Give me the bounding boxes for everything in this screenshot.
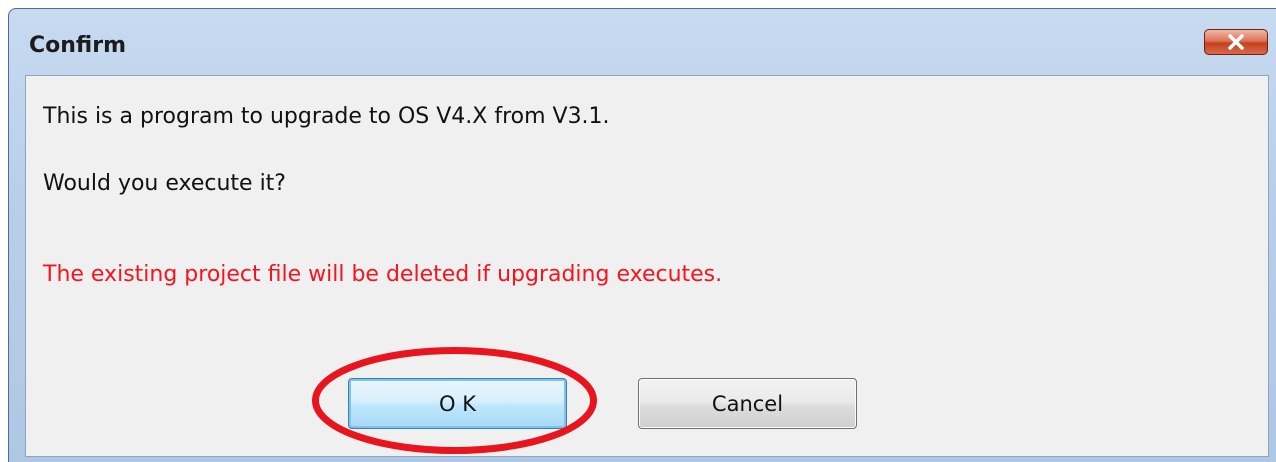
warning-message: The existing project file will be delete…: [43, 262, 723, 287]
message-line-2: Would you execute it?: [43, 171, 286, 196]
message-line-1: This is a program to upgrade to OS V4.X …: [43, 104, 610, 129]
confirm-dialog: Confirm This is a program to upgrade to …: [8, 8, 1276, 462]
ok-button-label: O K: [439, 391, 476, 416]
ok-button[interactable]: O K: [348, 378, 567, 429]
dialog-body: This is a program to upgrade to OS V4.X …: [25, 75, 1269, 457]
cancel-button-label: Cancel: [711, 391, 784, 416]
close-button[interactable]: [1204, 29, 1268, 55]
dialog-title: Confirm: [29, 33, 127, 58]
title-bar[interactable]: Confirm: [9, 9, 1276, 73]
close-icon: [1228, 34, 1244, 50]
cancel-button[interactable]: Cancel: [638, 378, 857, 429]
